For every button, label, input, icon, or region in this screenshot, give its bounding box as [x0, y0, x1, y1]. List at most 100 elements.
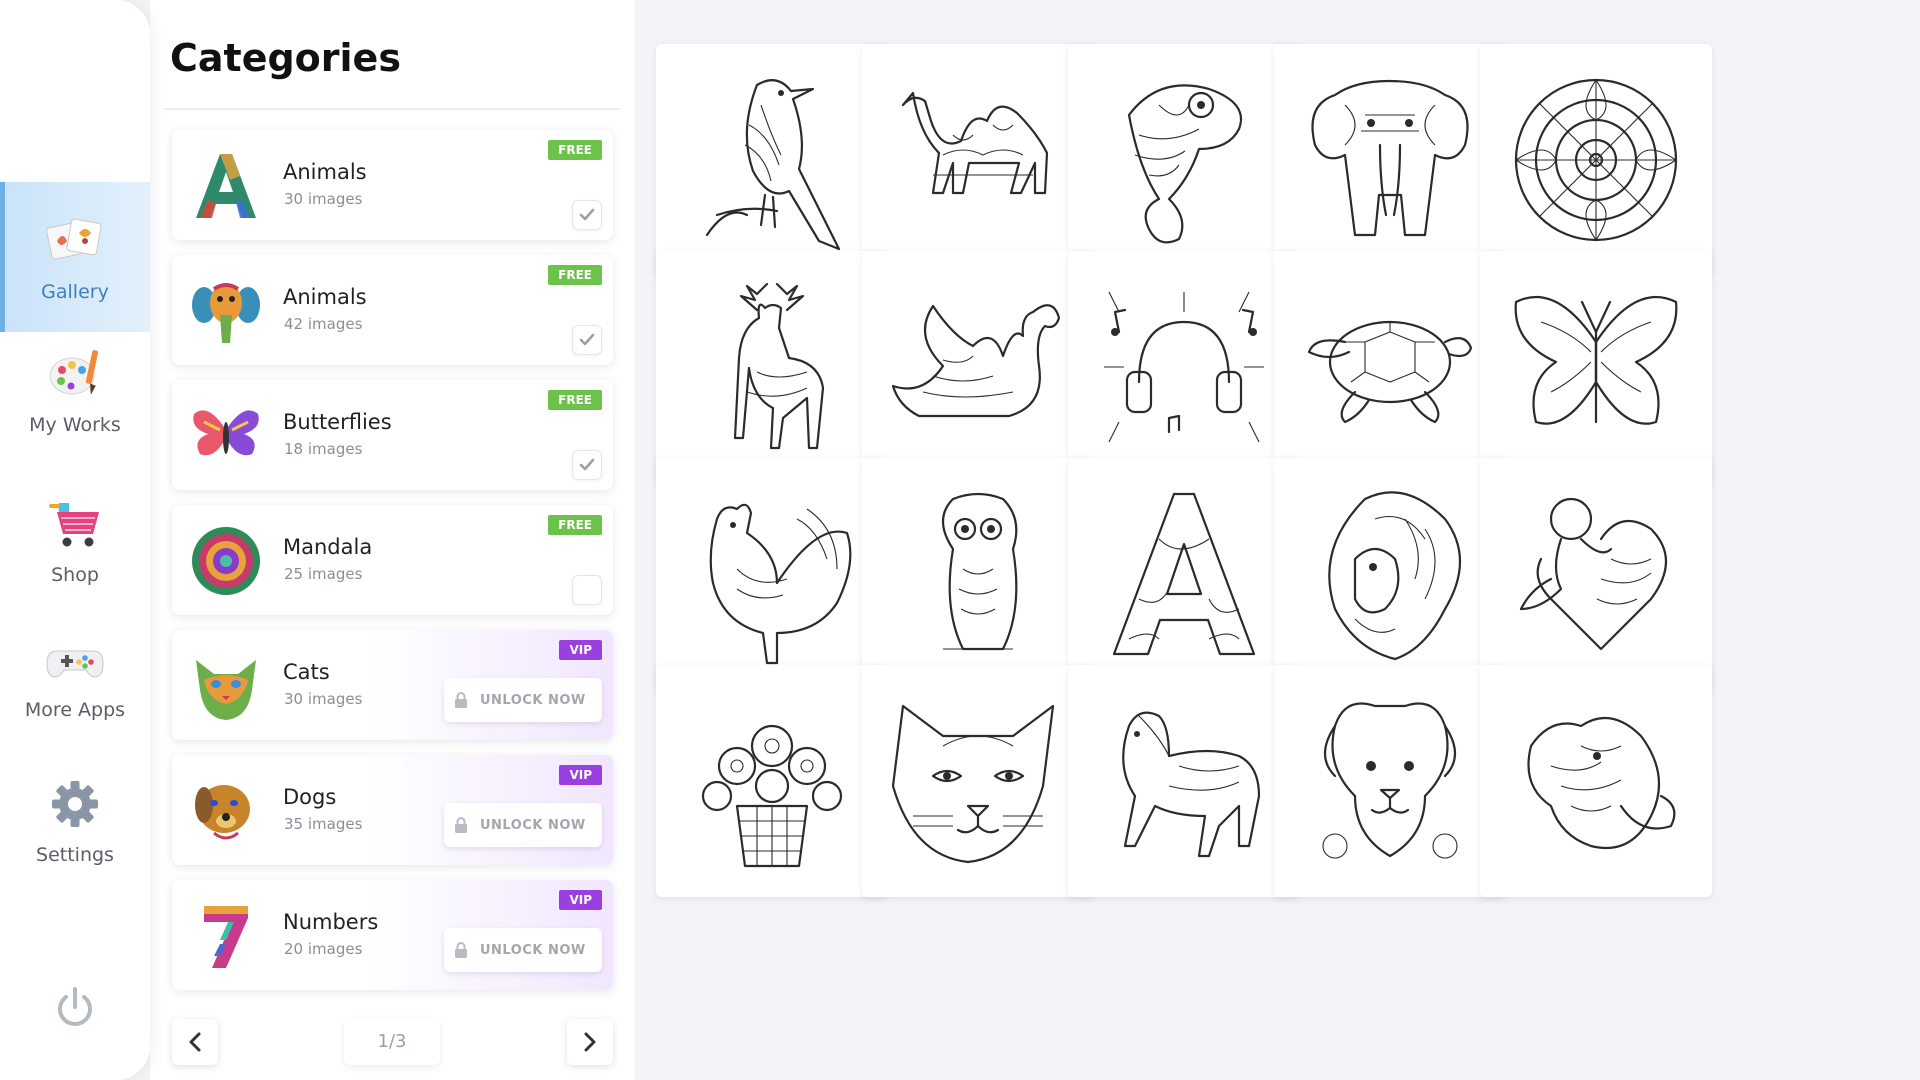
- category-name: Cats: [283, 660, 330, 684]
- elephant-thumbnail: [192, 283, 260, 343]
- deer-artwork: [733, 282, 825, 450]
- category-count: 18 images: [284, 440, 363, 458]
- nav-settings[interactable]: Settings: [0, 745, 150, 895]
- category-card-cats[interactable]: Cats 30 images VIP UNLOCK NOW: [172, 630, 613, 740]
- category-count: 42 images: [284, 315, 363, 333]
- gallery-tile-flower-basket[interactable]: [656, 665, 888, 897]
- gallery-tile-lion[interactable]: [1274, 458, 1506, 690]
- cat-face-artwork: [891, 704, 1055, 864]
- previous-page-button[interactable]: [172, 1019, 218, 1065]
- gallery-tile-puppy[interactable]: [1274, 665, 1506, 897]
- gallery-tile-letter-a[interactable]: [1068, 458, 1300, 690]
- category-count: 25 images: [284, 565, 363, 583]
- next-page-button[interactable]: [567, 1019, 613, 1065]
- category-checkbox[interactable]: [572, 575, 602, 605]
- puppy-artwork: [1322, 702, 1458, 859]
- gallery-tile-elephant[interactable]: [1274, 44, 1506, 276]
- mandala-artwork: [1514, 78, 1678, 242]
- unlock-label: UNLOCK NOW: [480, 942, 586, 958]
- flower-basket-artwork: [701, 724, 843, 868]
- gallery-tile-cat-face[interactable]: [862, 665, 1094, 897]
- category-checkbox[interactable]: [572, 200, 602, 230]
- category-name: Animals: [283, 160, 367, 184]
- free-badge: FREE: [548, 390, 602, 410]
- category-card-numbers[interactable]: Numbers 20 images VIP UNLOCK NOW: [172, 880, 613, 990]
- category-name: Butterflies: [283, 410, 392, 434]
- palette-icon: [49, 350, 99, 395]
- vip-badge: VIP: [559, 765, 602, 785]
- unlock-now-button[interactable]: UNLOCK NOW: [444, 678, 602, 722]
- gallery-tile-camel[interactable]: [862, 44, 1094, 276]
- gallery-icon: [46, 218, 102, 260]
- gallery-tile-owl[interactable]: [862, 458, 1094, 690]
- free-badge: FREE: [548, 515, 602, 535]
- bird-artwork: [705, 79, 841, 251]
- unlock-label: UNLOCK NOW: [480, 817, 586, 833]
- category-checkbox[interactable]: [572, 450, 602, 480]
- elephant-artwork: [1311, 79, 1469, 237]
- owl-artwork: [941, 492, 1018, 651]
- horse-artwork: [1122, 711, 1261, 858]
- gallery-tile-butterfly[interactable]: [1480, 251, 1712, 483]
- gallery-grid: [635, 0, 1920, 1080]
- gallery-tile-swan[interactable]: [862, 251, 1094, 483]
- number-seven-thumbnail: [204, 906, 248, 968]
- elephant-mask-artwork: [1527, 716, 1676, 850]
- main-nav: Gallery My Works Shop More Apps Settings: [0, 0, 150, 1080]
- category-count: 20 images: [284, 940, 363, 958]
- shopping-cart-icon: [49, 503, 99, 547]
- nav-shop[interactable]: Shop: [0, 465, 150, 615]
- category-name: Dogs: [283, 785, 337, 809]
- letter-a-artwork: [1112, 492, 1256, 656]
- page-indicator: 1/3: [344, 1019, 440, 1065]
- category-count: 35 images: [284, 815, 363, 833]
- turtle-artwork: [1307, 320, 1473, 424]
- gallery-tile-cherub[interactable]: [1480, 458, 1712, 690]
- category-card-animals[interactable]: Animals 30 images FREE: [172, 130, 613, 240]
- rooster-artwork: [709, 503, 852, 665]
- nav-my-works[interactable]: My Works: [0, 315, 150, 465]
- nav-label-more-apps: More Apps: [24, 699, 126, 721]
- butterfly-thumbnail: [193, 410, 259, 456]
- category-card-animals-2[interactable]: Animals 42 images FREE: [172, 255, 613, 365]
- cherub-heart-artwork: [1519, 497, 1668, 651]
- camel-artwork: [901, 91, 1049, 195]
- dog-thumbnail: [195, 785, 250, 840]
- gallery-tile-horse[interactable]: [1068, 665, 1300, 897]
- gallery-tile-turtle[interactable]: [1274, 251, 1506, 483]
- category-count: 30 images: [284, 690, 363, 708]
- chameleon-artwork: [1127, 84, 1242, 244]
- category-name: Mandala: [283, 535, 373, 559]
- gallery-tile-mandala[interactable]: [1480, 44, 1712, 276]
- unlock-now-button[interactable]: UNLOCK NOW: [444, 803, 602, 847]
- chevron-right-icon: [584, 1032, 596, 1052]
- gear-icon: [52, 781, 98, 827]
- gallery-tile-elephant-mask[interactable]: [1480, 665, 1712, 897]
- nav-gallery[interactable]: Gallery: [0, 182, 150, 332]
- category-card-mandala[interactable]: Mandala 25 images FREE: [172, 505, 613, 615]
- category-name: Numbers: [283, 910, 379, 934]
- power-icon[interactable]: [52, 985, 98, 1031]
- gamepad-icon: [46, 650, 104, 678]
- nav-more-apps[interactable]: More Apps: [0, 600, 150, 750]
- category-card-butterflies[interactable]: Butterflies 18 images FREE: [172, 380, 613, 490]
- category-card-dogs[interactable]: Dogs 35 images VIP UNLOCK NOW: [172, 755, 613, 865]
- gallery-tile-bird[interactable]: [656, 44, 888, 276]
- gallery-tile-chameleon[interactable]: [1068, 44, 1300, 276]
- unlock-label: UNLOCK NOW: [480, 692, 586, 708]
- checkmark-icon: [579, 458, 595, 471]
- cat-thumbnail: [196, 660, 256, 720]
- gallery-tile-deer[interactable]: [656, 251, 888, 483]
- vip-badge: VIP: [559, 890, 602, 910]
- gallery-tile-rooster[interactable]: [656, 458, 888, 690]
- category-name: Animals: [283, 285, 367, 309]
- checkmark-icon: [579, 333, 595, 346]
- chevron-left-icon: [189, 1032, 201, 1052]
- category-checkbox[interactable]: [572, 325, 602, 355]
- checkmark-icon: [579, 208, 595, 221]
- butterfly-artwork: [1514, 295, 1678, 425]
- unlock-now-button[interactable]: UNLOCK NOW: [444, 928, 602, 972]
- gallery-tile-music[interactable]: [1068, 251, 1300, 483]
- page-title: Categories: [170, 36, 401, 80]
- lion-artwork: [1328, 491, 1461, 661]
